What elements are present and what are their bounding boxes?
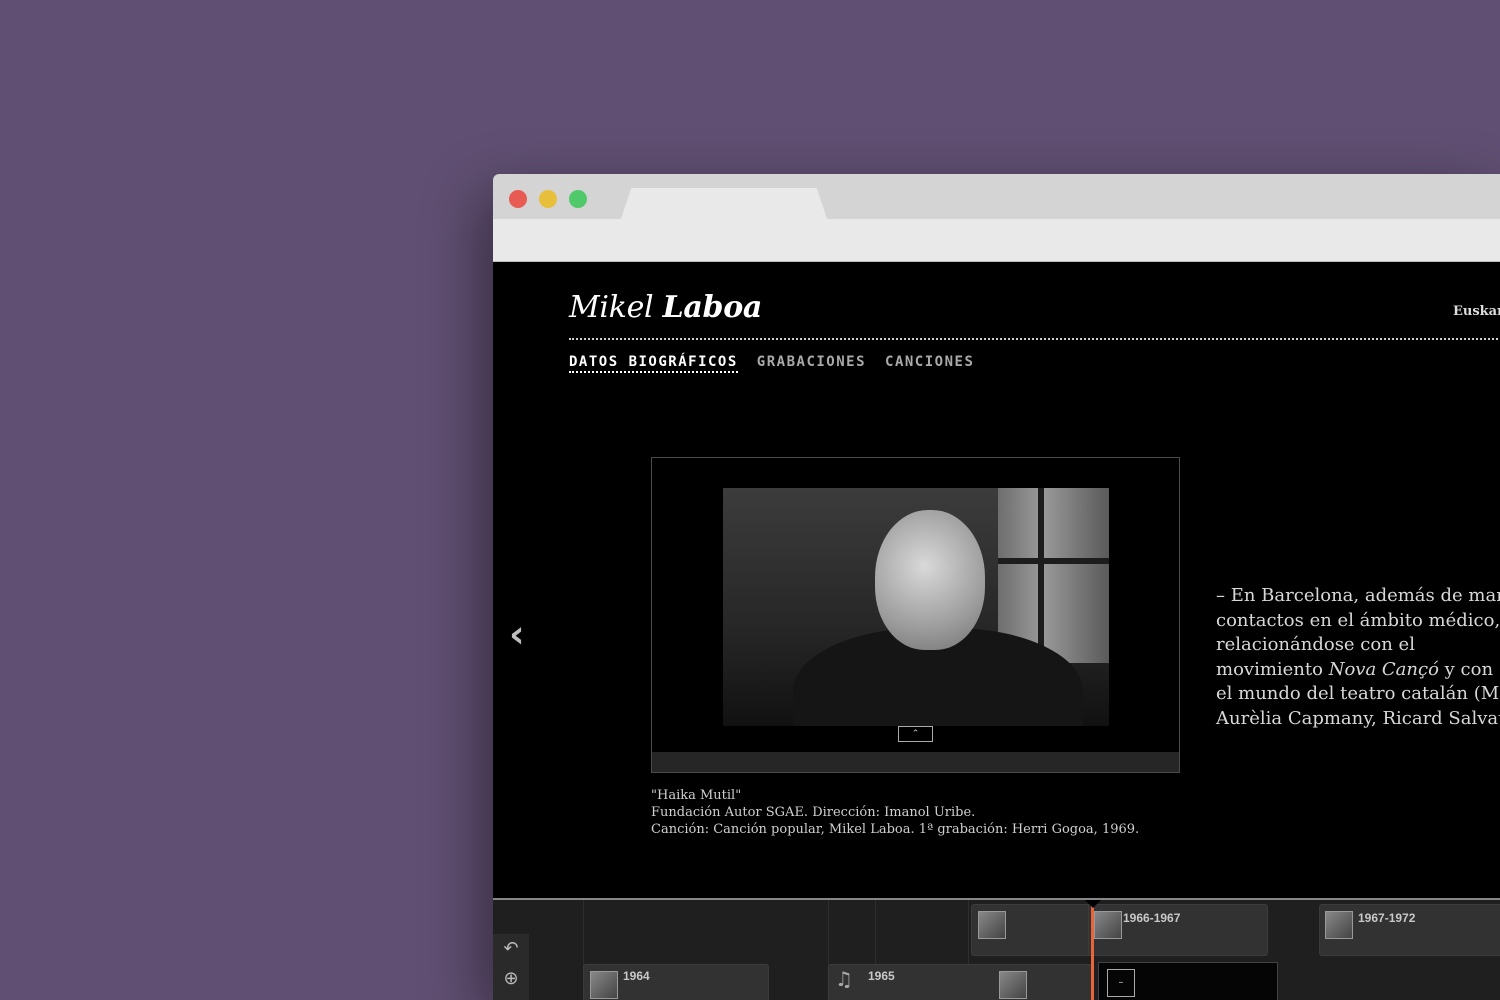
header-divider xyxy=(569,338,1500,340)
timeline[interactable]: ↶ ⊕ 1966-1967 1967-1972 1964 ♫ 1965 – xyxy=(493,898,1500,1000)
timeline-current-item[interactable]: – xyxy=(1098,962,1278,1000)
timeline-thumbnail xyxy=(1325,911,1353,939)
caption-title: "Haika Mutil" xyxy=(651,788,742,803)
browser-tab[interactable] xyxy=(621,188,827,219)
close-window-icon[interactable] xyxy=(509,190,527,208)
timeline-item-1967-1972[interactable]: 1967-1972 xyxy=(1319,904,1500,956)
timeline-thumbnail xyxy=(1094,911,1122,939)
timeline-marker-box[interactable]: – xyxy=(1107,969,1135,997)
timeline-item-1964[interactable]: 1964 xyxy=(583,964,769,1000)
browser-toolbar xyxy=(493,219,1500,262)
expand-controls-chevron-up-icon[interactable]: ⌃ xyxy=(898,726,933,742)
browser-window: Mikel Laboa Euskara DATOS BIOGRÁFICOS GR… xyxy=(493,174,1500,1000)
timeline-thumbnail xyxy=(999,971,1027,999)
page-viewport: Mikel Laboa Euskara DATOS BIOGRÁFICOS GR… xyxy=(493,262,1500,1000)
timeline-playhead[interactable] xyxy=(1091,900,1094,1000)
video-caption: "Haika Mutil" Fundación Autor SGAE. Dire… xyxy=(651,787,1139,838)
timeline-item-1965[interactable]: ♫ 1965 xyxy=(828,964,1092,1000)
language-link[interactable]: Euskara xyxy=(1453,304,1500,319)
video-player[interactable]: ⌃ xyxy=(651,457,1180,773)
main-nav: DATOS BIOGRÁFICOS GRABACIONES CANCIONES xyxy=(569,354,974,373)
video-still-image xyxy=(723,488,1109,726)
timeline-tools: ↶ ⊕ xyxy=(493,934,529,1000)
undo-icon[interactable]: ↶ xyxy=(493,934,529,964)
nav-grabaciones[interactable]: GRABACIONES xyxy=(757,354,866,373)
timeline-item[interactable] xyxy=(971,904,1093,956)
bio-text: – En Barcelona, además de mantener conta… xyxy=(1216,585,1500,729)
timeline-thumbnail xyxy=(978,911,1006,939)
maximize-window-icon[interactable] xyxy=(569,190,587,208)
caption-credits: Fundación Autor SGAE. Dirección: Imanol … xyxy=(651,805,976,820)
video-control-bar[interactable] xyxy=(652,752,1179,772)
prev-arrow-icon[interactable]: ‹ xyxy=(509,612,525,656)
playhead-handle-icon[interactable] xyxy=(1085,900,1101,908)
nav-canciones[interactable]: CANCIONES xyxy=(885,354,974,373)
music-note-icon: ♫ xyxy=(835,967,853,991)
caption-song: Canción: Canción popular, Mikel Laboa. 1… xyxy=(651,822,1140,837)
logo-first-name: Mikel xyxy=(569,290,654,325)
logo-last-name: Laboa xyxy=(662,290,763,325)
browser-tab-strip xyxy=(493,174,1500,219)
timeline-item-1966-1967[interactable]: 1966-1967 xyxy=(1088,904,1268,956)
timeline-thumbnail xyxy=(590,971,618,999)
zoom-in-icon[interactable]: ⊕ xyxy=(493,964,529,994)
minimize-window-icon[interactable] xyxy=(539,190,557,208)
nav-datos-biograficos[interactable]: DATOS BIOGRÁFICOS xyxy=(569,354,738,373)
site-logo[interactable]: Mikel Laboa xyxy=(569,290,762,325)
